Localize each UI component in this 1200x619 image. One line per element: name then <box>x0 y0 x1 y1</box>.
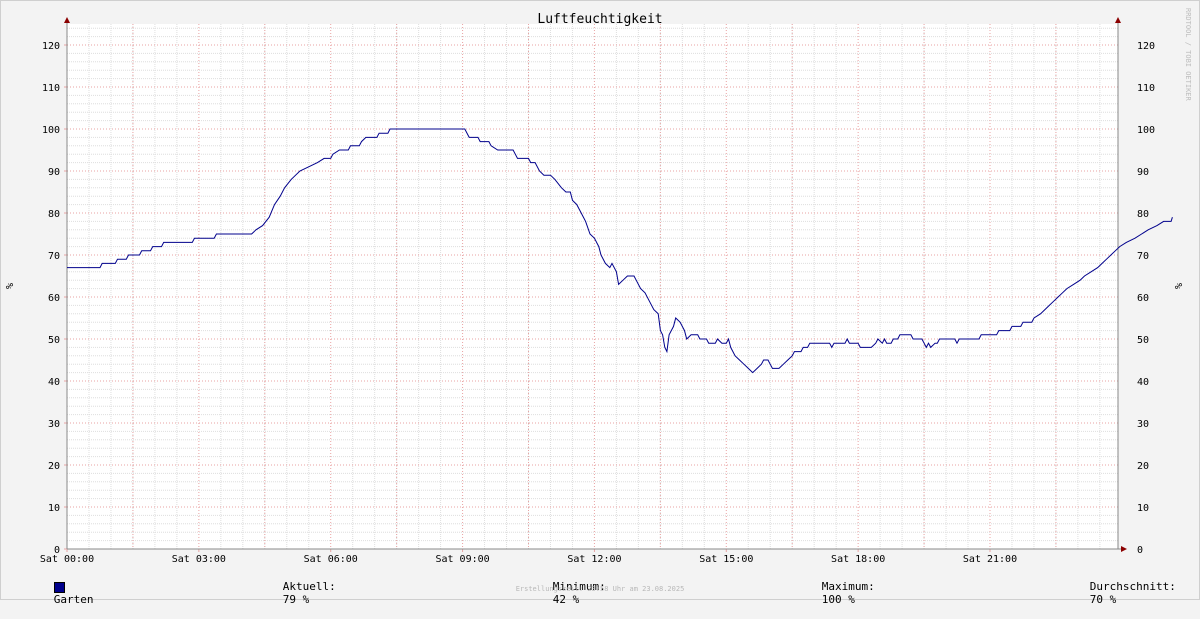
y-tick-label-right: 110 <box>1137 83 1155 94</box>
x-tick-label: Sat 03:00 <box>172 554 226 565</box>
y-tick-label-left: 60 <box>48 293 60 304</box>
chart-canvas: 0 010 1020 2030 3040 4050 5060 6070 7080 8090 9010… <box>0 0 1200 600</box>
x-tick-label: Sat 21:00 <box>963 554 1017 565</box>
y-axis-label-left: % <box>5 283 16 289</box>
y-tick-label-left: 70 <box>48 251 60 262</box>
legend-maximum: Maximum: 100 % <box>782 567 875 619</box>
y-tick-label-left: 40 <box>48 377 60 388</box>
y-tick-label-left: 110 <box>42 83 60 94</box>
legend-current: Aktuell: 79 % <box>243 567 336 619</box>
y-tick-label-left: 10 <box>48 503 60 514</box>
y-tick-label-right: 100 <box>1137 125 1155 136</box>
y-tick-label-right: 50 <box>1137 335 1149 346</box>
chart-container: 0 0 10 10 20 20 30 30 40 40 50 50 60 60 70 70 80 80 90 90 10… <box>0 0 1200 606</box>
creation-time-note: Erstellungszeit: 23:58 Uhr am 23.08.2025 <box>515 585 685 593</box>
legend-item-garten: Garten <box>14 567 94 619</box>
y-tick-label-left: 80 <box>48 209 60 220</box>
legend-minimum: Minimum: 42 % <box>513 567 606 619</box>
x-tick-label: Sat 15:00 <box>699 554 753 565</box>
y-tick-label-right: 40 <box>1137 377 1149 388</box>
legend-average: Durchschnitt: 70 % <box>1050 567 1176 619</box>
y-tick-label-right: 10 <box>1137 503 1149 514</box>
x-tick-label: Sat 09:00 <box>435 554 489 565</box>
y-tick-label-right: 60 <box>1137 293 1149 304</box>
y-tick-label-right: 120 <box>1137 41 1155 52</box>
y-tick-label-right: 80 <box>1137 209 1149 220</box>
y-tick-label-right: 0 <box>1137 545 1143 556</box>
x-tick-label: Sat 12:00 <box>567 554 621 565</box>
y-tick-label-left: 120 <box>42 41 60 52</box>
x-tick-label: Sat 06:00 <box>304 554 358 565</box>
watermark-text: RRDTOOL / TOBI OETIKER <box>1184 8 1192 102</box>
x-tick-label: Sat 00:00 <box>40 554 94 565</box>
y-tick-label-right: 30 <box>1137 419 1149 430</box>
y-tick-label-right: 70 <box>1137 251 1149 262</box>
y-tick-label-left: 50 <box>48 335 60 346</box>
y-tick-label-left: 20 <box>48 461 60 472</box>
y-tick-label-right: 20 <box>1137 461 1149 472</box>
y-tick-label-left: 100 <box>42 125 60 136</box>
y-tick-label-left: 90 <box>48 167 60 178</box>
y-axis-label-right: % <box>1174 283 1185 289</box>
plot-area <box>67 24 1118 549</box>
legend: Garten Aktuell: 79 % Minimum: 42 % Maxim… <box>0 567 1200 606</box>
y-tick-label-right: 90 <box>1137 167 1149 178</box>
x-tick-label: Sat 18:00 <box>831 554 885 565</box>
chart-title: Luftfeuchtigkeit <box>537 12 662 27</box>
y-tick-label-left: 30 <box>48 419 60 430</box>
rrdtool-watermark: RRDTOOL / TOBI OETIKER <box>1184 8 1192 102</box>
